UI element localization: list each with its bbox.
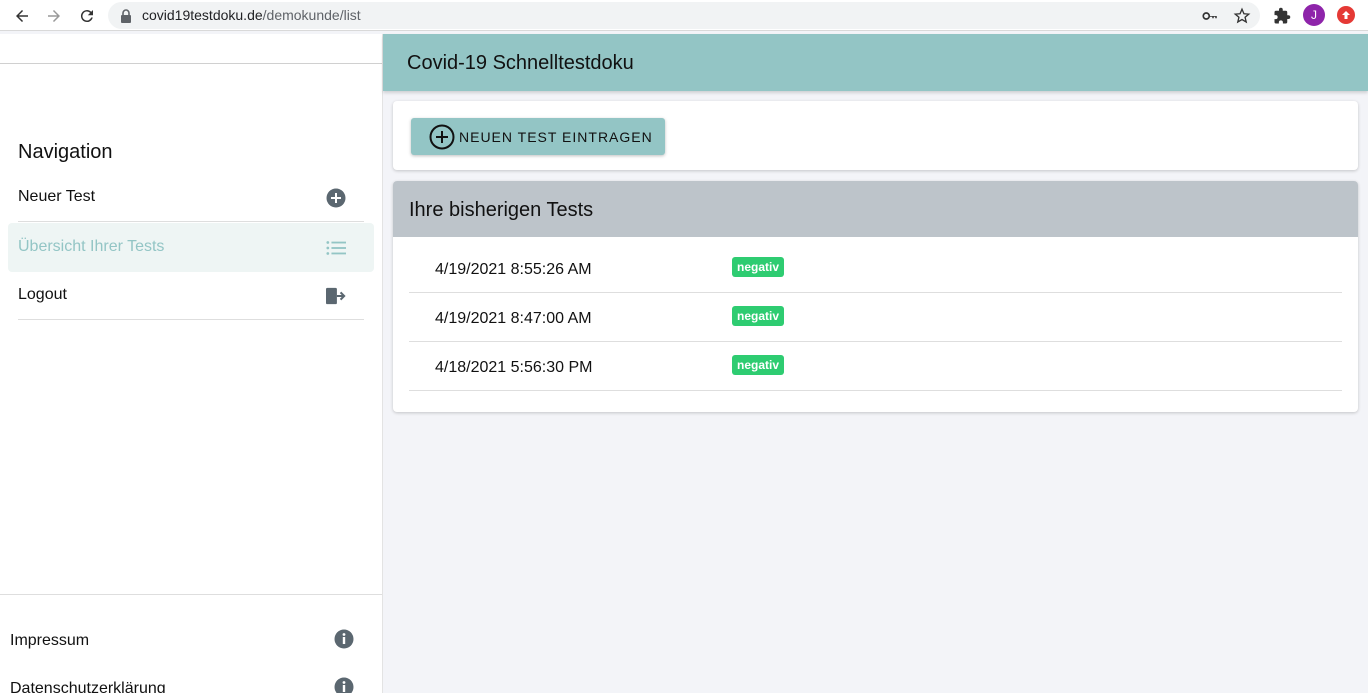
tests-card: Ihre bisherigen Tests 4/19/2021 8:55:26 …: [393, 181, 1358, 412]
sidebar-item-label: Übersicht Ihrer Tests: [18, 238, 165, 255]
sidebar-item-logout[interactable]: Logout: [18, 271, 364, 320]
test-date: 4/19/2021 8:55:26 AM: [435, 261, 592, 278]
logout-icon: [326, 286, 346, 306]
password-key-button[interactable]: [1199, 5, 1221, 27]
tests-card-header: Ihre bisherigen Tests: [393, 181, 1358, 237]
table-row[interactable]: 4/19/2021 8:55:26 AM negativ: [409, 244, 1342, 293]
sidebar-divider: [0, 63, 382, 64]
navigation-heading: Navigation: [18, 141, 113, 163]
footer-link-label: Impressum: [10, 632, 90, 649]
sidebar-item-label: Neuer Test: [18, 188, 96, 205]
test-date: 4/18/2021 5:56:30 PM: [435, 359, 593, 376]
browser-toolbar: covid19testdoku.de/demokunde/list J: [0, 0, 1368, 31]
star-icon: [1233, 7, 1251, 24]
info-icon: [334, 629, 354, 649]
status-badge: negativ: [732, 257, 785, 277]
table-row[interactable]: 4/19/2021 8:47:00 AM negativ: [409, 293, 1342, 342]
new-test-button-label: NEUEN TEST EINTRAGEN: [459, 128, 653, 145]
reload-icon: [80, 10, 93, 23]
avatar-letter: J: [1311, 8, 1317, 22]
address-bar[interactable]: covid19testdoku.de/demokunde/list: [108, 2, 1260, 29]
plus-circle-icon: [326, 188, 346, 208]
extensions-button[interactable]: [1271, 5, 1293, 27]
puzzle-icon: [1274, 7, 1291, 24]
sidebar-item-new-test[interactable]: Neuer Test: [18, 173, 364, 222]
table-row[interactable]: 4/18/2021 5:56:30 PM negativ: [409, 342, 1342, 391]
app-header: Covid-19 Schnelltestdoku: [383, 34, 1368, 91]
key-icon: [1202, 12, 1217, 20]
sidebar-footer-divider: [0, 594, 382, 595]
url-text: covid19testdoku.de/demokunde/list: [142, 7, 361, 23]
extension-red-button[interactable]: [1337, 6, 1355, 24]
new-test-button[interactable]: NEUEN TEST EINTRAGEN: [411, 118, 665, 155]
list-icon: [326, 238, 346, 258]
arrow-right-icon: [48, 10, 60, 22]
action-card: NEUEN TEST EINTRAGEN: [393, 101, 1358, 170]
status-badge: negativ: [732, 306, 785, 326]
arrow-left-icon: [16, 10, 28, 22]
sidebar-item-test-overview[interactable]: Übersicht Ihrer Tests: [8, 223, 374, 272]
lock-icon: [121, 9, 131, 23]
forward-button[interactable]: [42, 4, 66, 28]
footer-link-label: Datenschutzerklärung: [10, 680, 166, 693]
back-button[interactable]: [10, 4, 34, 28]
footer-link-datenschutz[interactable]: Datenschutzerklärung: [10, 677, 364, 693]
page-title: Covid-19 Schnelltestdoku: [407, 52, 634, 74]
tests-card-title: Ihre bisherigen Tests: [409, 199, 594, 221]
info-icon: [334, 677, 354, 693]
profile-avatar[interactable]: J: [1303, 4, 1325, 26]
status-badge: negativ: [732, 355, 785, 375]
url-path: /demokunde/list: [262, 7, 361, 23]
sidebar: Navigation Neuer Test Übersicht Ihrer Te…: [0, 34, 383, 693]
add-circle-icon: [429, 124, 455, 149]
test-date: 4/19/2021 8:47:00 AM: [435, 310, 592, 327]
footer-link-impressum[interactable]: Impressum: [10, 629, 364, 659]
url-host: covid19testdoku.de: [142, 7, 263, 23]
bookmark-button[interactable]: [1231, 5, 1253, 27]
arrow-up-icon: [1342, 11, 1350, 19]
reload-button[interactable]: [75, 4, 99, 28]
sidebar-item-label: Logout: [18, 286, 67, 303]
